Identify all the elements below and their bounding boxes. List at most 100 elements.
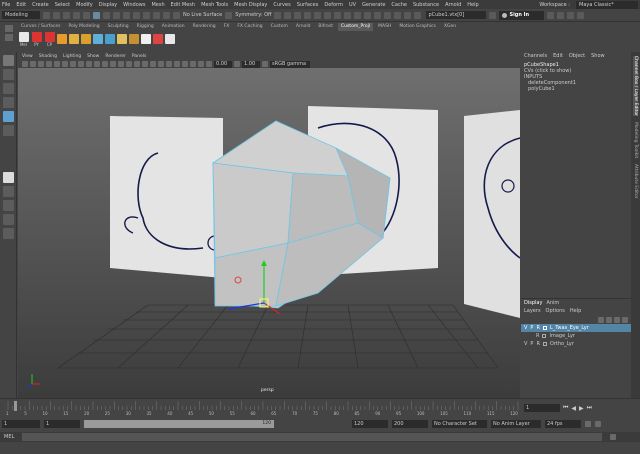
layer-color-icon[interactable] [542,334,547,338]
lasso-tool-icon[interactable] [2,69,14,80]
history-icon[interactable] [274,11,282,19]
toggle-panel-2-icon[interactable] [567,11,575,19]
move-tool-icon[interactable] [2,97,14,108]
film-gate-icon[interactable] [62,61,68,67]
render-icon[interactable] [284,11,292,19]
menu-mesh-tools[interactable]: Mesh Tools [201,2,228,8]
fps-dropdown[interactable]: 24 fps [545,420,581,428]
menu-generate[interactable]: Generate [362,2,385,8]
settings-icon[interactable] [547,11,555,19]
end-frame-field[interactable]: 200 [392,420,428,428]
viewport-persp[interactable]: M persp [18,68,520,398]
tab-poly-modeling[interactable]: Poly Modeling [66,23,103,31]
side-tab-channel-box[interactable]: Channel Box / Layer Editor [633,56,638,116]
menu-curves[interactable]: Curves [273,2,290,8]
auto-key-icon[interactable] [595,421,601,427]
panel-menu-renderer[interactable]: Renderer [105,54,126,59]
time-slider[interactable]: 1 5 10 15 20 25 30 35 40 45 50 55 60 65 … [0,398,640,418]
playback-toggle[interactable]: P [530,325,533,331]
exposure-field[interactable]: 0.00 [214,60,232,68]
workspace-dropdown[interactable]: Maya Classic* [576,0,638,9]
layers-menu[interactable]: Layers [524,308,541,314]
resolution-gate-icon[interactable] [70,61,76,67]
shelf-tool-icon[interactable] [153,34,163,44]
side-tab-attribute-editor[interactable]: Attribute Editor [633,164,638,199]
shelf-menu-icon[interactable] [5,34,13,41]
hypershade-icon[interactable] [314,11,322,19]
mode-dropdown[interactable]: Modeling [2,11,40,19]
toggle-panel-icon[interactable] [557,11,565,19]
layout-3-icon[interactable] [2,228,14,239]
menu-edit-mesh[interactable]: Edit Mesh [171,2,195,8]
select-tool-icon[interactable] [2,55,14,66]
camera-select-icon[interactable] [22,61,28,67]
undo-icon[interactable] [73,11,80,19]
save-scene-icon[interactable] [63,11,70,19]
shelf-tool-icon[interactable] [81,34,91,44]
arnold-icon[interactable] [324,11,332,19]
select-hierarchy-icon[interactable] [93,11,100,19]
playback-end-field[interactable]: 120 [352,420,388,428]
panel-menu-show[interactable]: Show [87,54,99,59]
script-editor-icon[interactable] [610,434,617,440]
panel-menu-shading[interactable]: Shading [39,54,57,59]
four-view-icon[interactable] [2,186,14,197]
menu-select[interactable]: Select [55,2,70,8]
menu-uv[interactable]: UV [349,2,356,8]
menu-file[interactable]: File [2,2,10,8]
shelf-tool-icon[interactable] [93,34,103,44]
tab-xgen[interactable]: XGen [441,23,459,31]
image-plane-icon[interactable] [46,61,52,67]
light-icon[interactable] [334,11,342,19]
menu-cache[interactable]: Cache [391,2,407,8]
layout-2-icon[interactable] [2,214,14,225]
exposure-icon[interactable] [206,61,212,67]
wireframe-icon[interactable] [102,61,108,67]
dropdown-chevron-icon[interactable] [489,11,497,19]
step-forward-icon[interactable]: ⏭ [587,404,592,412]
tab-display[interactable]: Display [524,300,542,306]
tab-anim[interactable]: Anim [546,300,559,306]
menu-mesh[interactable]: Mesh [151,2,164,8]
panel-menu-view[interactable]: View [22,54,33,59]
lasso-icon[interactable] [123,11,130,19]
sign-in-button[interactable]: Sign In [499,10,545,20]
go-to-start-icon[interactable]: ⏮ [563,404,568,412]
layer-name[interactable]: L_Twas_Eye_Lyr [550,325,589,331]
snap-curve-icon[interactable] [143,11,150,19]
graph-icon[interactable] [404,11,412,19]
tab-rigging[interactable]: Rigging [134,23,157,31]
paint-select-icon[interactable] [2,83,14,94]
snap-point-icon[interactable] [153,11,160,19]
layer-color-icon[interactable] [542,342,547,346]
reference-toggle[interactable]: R [536,333,539,339]
camera-attr-icon[interactable] [30,61,36,67]
image-icon[interactable] [354,11,362,19]
textured-icon[interactable] [126,61,132,67]
tab-curves-surfaces[interactable]: Curves / Surfaces [18,23,64,31]
new-layer-selected-icon[interactable] [622,316,628,323]
shelf-tool-icon[interactable] [165,34,175,44]
gamma-icon[interactable] [234,61,240,67]
color-space-dropdown[interactable]: sRGB gamma [270,60,310,68]
tab-fx-caching[interactable]: FX Caching [234,23,265,31]
command-input[interactable] [22,433,603,441]
shelf-tool-icon[interactable] [129,34,139,44]
move-down-icon[interactable] [606,316,612,323]
reference-toggle[interactable]: R [536,341,539,347]
input-node[interactable]: polyCube1 [524,86,628,92]
shelf-settings-icon[interactable] [5,25,13,32]
xray-joint-icon[interactable] [198,61,204,67]
outliner-icon[interactable] [374,11,382,19]
menu-arnold[interactable]: Arnold [445,2,461,8]
depth-icon[interactable] [174,61,180,67]
start-frame-field[interactable]: 1 [2,420,40,428]
menu-help[interactable]: Help [467,2,478,8]
scale-tool-icon[interactable] [2,125,14,136]
menu-substance[interactable]: Substance [413,2,439,8]
shelf-tool-icon[interactable] [117,34,127,44]
visibility-toggle[interactable]: V [524,341,527,347]
new-layer-empty-icon[interactable] [614,316,620,323]
snap-view-icon[interactable] [163,11,170,19]
xray-icon[interactable] [190,61,196,67]
